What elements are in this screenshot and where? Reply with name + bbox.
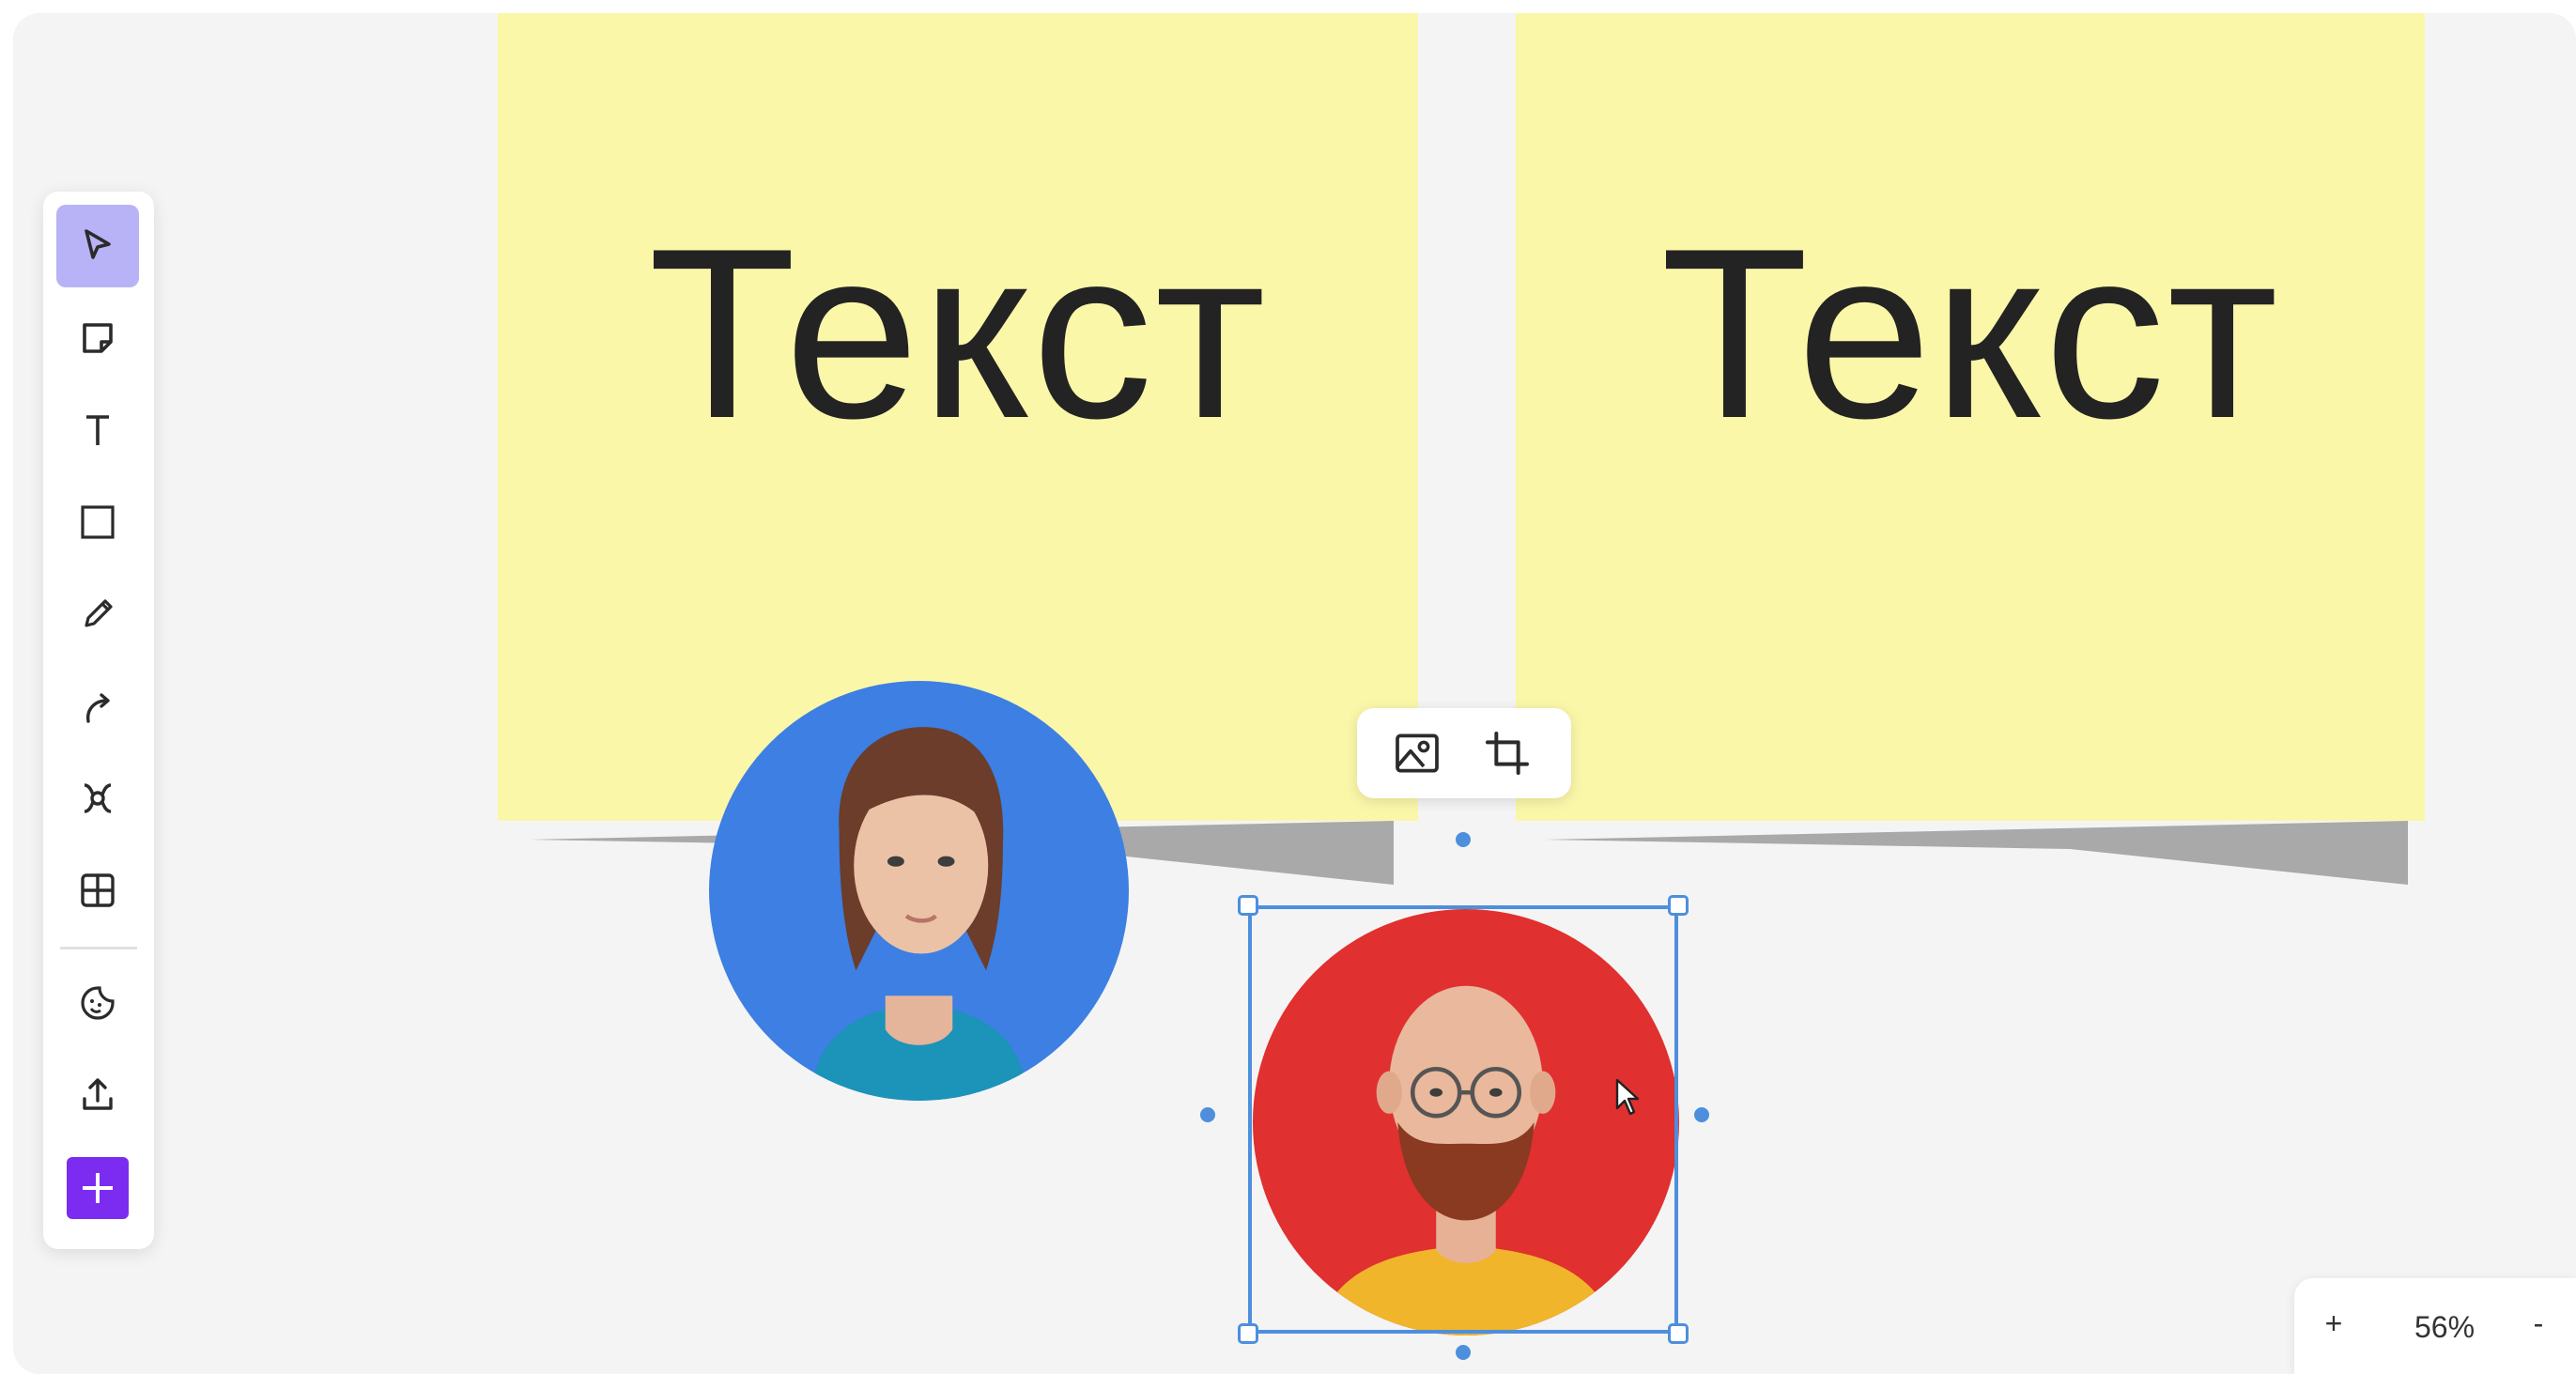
tool-stickers[interactable]: [56, 962, 139, 1044]
selection-box: [1248, 905, 1678, 1334]
tool-table[interactable]: [56, 849, 139, 932]
whiteboard-canvas[interactable]: Текст Текст: [13, 13, 2576, 1374]
woman-portrait-image: [709, 681, 1129, 1101]
zoom-out-button[interactable]: -: [2520, 1306, 2557, 1341]
crop-button[interactable]: [1479, 725, 1535, 781]
tool-sticky-note[interactable]: [56, 297, 139, 379]
connector-dot-top[interactable]: [1456, 832, 1471, 847]
tool-select[interactable]: [56, 205, 139, 287]
table-icon: [81, 873, 115, 907]
tool-connector[interactable]: [56, 665, 139, 748]
resize-handle-top-left[interactable]: [1238, 895, 1258, 916]
crop-icon: [1486, 732, 1529, 775]
tool-text[interactable]: [56, 389, 139, 471]
cursor-arrow-icon: [85, 229, 111, 259]
zoom-in-button[interactable]: +: [2315, 1306, 2352, 1341]
mouse-cursor-icon: [1615, 1078, 1640, 1116]
tools-toolbar: [43, 192, 154, 1249]
pencil-icon: [85, 599, 113, 627]
resize-handle-bottom-right[interactable]: [1668, 1323, 1689, 1344]
connector-dot-left[interactable]: [1200, 1107, 1215, 1122]
sticky-note-shadow: [1544, 821, 2408, 885]
sticky-note[interactable]: Текст: [1516, 13, 2425, 821]
resize-handle-top-right[interactable]: [1668, 895, 1689, 916]
upload-icon: [83, 1078, 113, 1110]
tool-mind-map[interactable]: [56, 757, 139, 840]
sticker-icon: [81, 986, 115, 1020]
tool-pen[interactable]: [56, 573, 139, 656]
image-context-toolbar: [1357, 708, 1571, 798]
tool-shape[interactable]: [56, 481, 139, 563]
image-icon: [1396, 733, 1439, 773]
replace-image-button[interactable]: [1389, 725, 1445, 781]
text-icon: [86, 415, 109, 445]
sticky-note-text[interactable]: Текст: [1660, 193, 2280, 472]
toolbar-divider: [60, 947, 137, 949]
connector-dot-bottom[interactable]: [1456, 1345, 1471, 1360]
connector-dot-right[interactable]: [1694, 1107, 1709, 1122]
mind-map-icon: [84, 783, 112, 813]
sticky-note-icon: [83, 323, 113, 353]
connector-arrow-icon: [86, 693, 110, 723]
zoom-control: + 56% -: [2294, 1278, 2576, 1374]
sticky-note-text[interactable]: Текст: [648, 193, 1268, 472]
square-icon: [81, 505, 115, 539]
zoom-level[interactable]: 56%: [2388, 1310, 2501, 1345]
resize-handle-bottom-left[interactable]: [1238, 1323, 1258, 1344]
plus-icon: [83, 1173, 113, 1203]
more-tools-button[interactable]: [67, 1157, 129, 1219]
avatar-image[interactable]: [709, 681, 1129, 1101]
tool-upload[interactable]: [56, 1054, 139, 1136]
